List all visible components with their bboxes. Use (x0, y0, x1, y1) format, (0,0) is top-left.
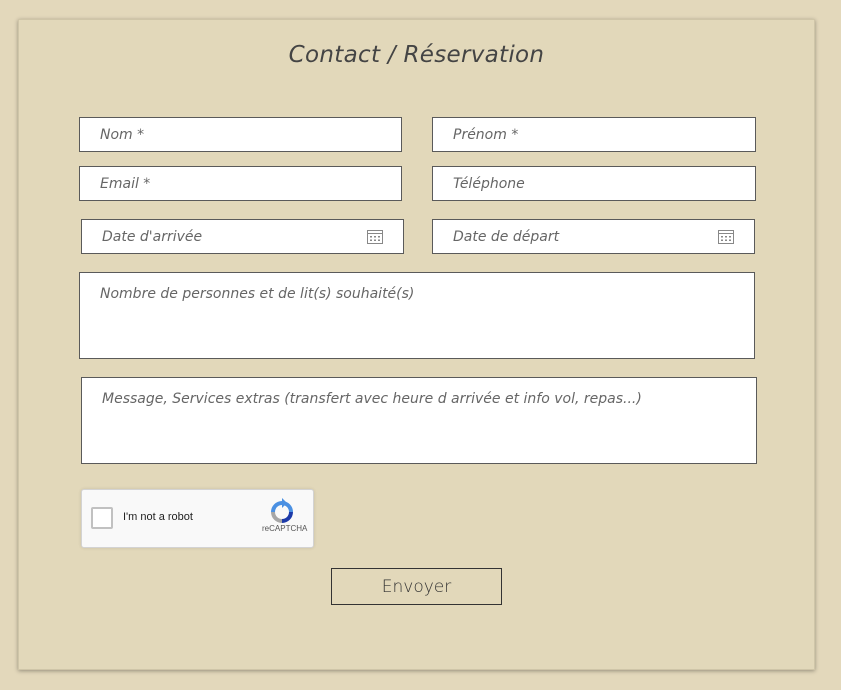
date-arrivee-field[interactable] (81, 219, 404, 254)
personnes-field[interactable] (79, 272, 755, 359)
email-field[interactable] (79, 166, 402, 201)
email-input[interactable] (80, 167, 401, 200)
message-field[interactable] (81, 377, 757, 464)
prenom-field[interactable] (432, 117, 756, 152)
telephone-input[interactable] (433, 167, 755, 200)
personnes-textarea[interactable] (80, 273, 754, 358)
calendar-icon[interactable] (718, 230, 734, 244)
date-arrivee-input[interactable] (82, 220, 403, 253)
message-textarea[interactable] (82, 378, 756, 463)
recaptcha-checkbox[interactable] (91, 507, 113, 529)
date-depart-input[interactable] (433, 220, 754, 253)
recaptcha-widget: I'm not a robot reCAPTCHA (81, 489, 314, 548)
form-title: Contact / Réservation (288, 42, 545, 68)
date-depart-field[interactable] (432, 219, 755, 254)
recaptcha-brand: reCAPTCHA (262, 524, 308, 533)
telephone-field[interactable] (432, 166, 756, 201)
nom-field[interactable] (79, 117, 402, 152)
contact-form-panel: Contact / Réservation Nom * Prénom * Ema… (18, 19, 815, 670)
prenom-input[interactable] (433, 118, 755, 151)
submit-button[interactable]: Envoyer (331, 568, 502, 605)
recaptcha-logo-icon (271, 498, 293, 523)
nom-input[interactable] (80, 118, 401, 151)
calendar-icon[interactable] (367, 230, 383, 244)
recaptcha-label: I'm not a robot (123, 511, 193, 523)
